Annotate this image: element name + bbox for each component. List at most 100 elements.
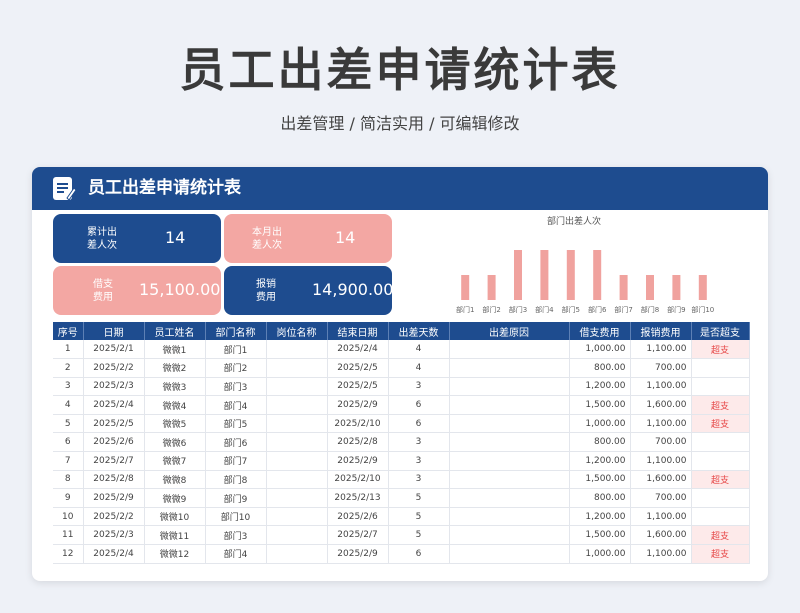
cell-start-date[interactable]: 2025/2/4	[83, 544, 145, 564]
cell-end-date[interactable]: 2025/2/8	[327, 432, 389, 453]
cell-trip-reason[interactable]	[449, 507, 570, 527]
cell-trip-days[interactable]: 3	[388, 432, 450, 453]
cell-end-date[interactable]: 2025/2/9	[327, 544, 389, 564]
table-row[interactable]: 1 2025/2/1 微微1 部门1 2025/2/4 4 1,000.00 1,100.00…	[53, 340, 750, 360]
cell-over-budget[interactable]: 超支	[691, 395, 750, 415]
cell-trip-reason[interactable]	[449, 414, 570, 434]
cell-employee-name[interactable]: 微微1	[144, 340, 206, 360]
cell-trip-reason[interactable]	[449, 395, 570, 415]
cell-reimburse-amount[interactable]: 700.00	[630, 432, 692, 453]
cell-department[interactable]: 部门3	[205, 377, 267, 397]
cell-row-index[interactable]: 1	[53, 340, 84, 360]
cell-row-index[interactable]: 6	[53, 432, 84, 453]
column-header[interactable]: 岗位名称	[266, 322, 328, 340]
column-header[interactable]: 部门名称	[205, 322, 267, 340]
column-header[interactable]: 报销费用	[630, 322, 692, 340]
cell-start-date[interactable]: 2025/2/7	[83, 451, 145, 471]
cell-advance-amount[interactable]: 1,200.00	[569, 507, 631, 527]
cell-position[interactable]	[266, 507, 328, 527]
cell-trip-reason[interactable]	[449, 451, 570, 471]
cell-over-budget[interactable]: 超支	[691, 544, 750, 564]
cell-row-index[interactable]: 7	[53, 451, 84, 471]
cell-trip-days[interactable]: 3	[388, 451, 450, 471]
cell-employee-name[interactable]: 微微8	[144, 470, 206, 490]
cell-reimburse-amount[interactable]: 1,100.00	[630, 451, 692, 471]
table-row[interactable]: 9 2025/2/9 微微9 部门9 2025/2/13 5 800.00 700.00	[53, 488, 750, 508]
cell-trip-days[interactable]: 5	[388, 507, 450, 527]
cell-end-date[interactable]: 2025/2/13	[327, 488, 389, 508]
cell-position[interactable]	[266, 395, 328, 415]
cell-start-date[interactable]: 2025/2/4	[83, 395, 145, 415]
cell-start-date[interactable]: 2025/2/2	[83, 358, 145, 378]
cell-end-date[interactable]: 2025/2/4	[327, 340, 389, 360]
cell-department[interactable]: 部门5	[205, 414, 267, 434]
cell-over-budget[interactable]	[691, 377, 750, 397]
cell-reimburse-amount[interactable]: 1,100.00	[630, 544, 692, 564]
cell-start-date[interactable]: 2025/2/8	[83, 470, 145, 490]
cell-reimburse-amount[interactable]: 1,600.00	[630, 470, 692, 490]
column-header[interactable]: 借支费用	[569, 322, 631, 340]
cell-row-index[interactable]: 3	[53, 377, 84, 397]
cell-department[interactable]: 部门8	[205, 470, 267, 490]
cell-over-budget[interactable]	[691, 432, 750, 453]
cell-reimburse-amount[interactable]: 1,100.00	[630, 414, 692, 434]
cell-reimburse-amount[interactable]: 1,600.00	[630, 395, 692, 415]
cell-position[interactable]	[266, 377, 328, 397]
cell-advance-amount[interactable]: 800.00	[569, 358, 631, 378]
cell-over-budget[interactable]: 超支	[691, 470, 750, 490]
cell-over-budget[interactable]: 超支	[691, 414, 750, 434]
cell-reimburse-amount[interactable]: 1,100.00	[630, 340, 692, 360]
cell-department[interactable]: 部门4	[205, 395, 267, 415]
cell-department[interactable]: 部门9	[205, 488, 267, 508]
cell-department[interactable]: 部门1	[205, 340, 267, 360]
cell-trip-reason[interactable]	[449, 544, 570, 564]
cell-end-date[interactable]: 2025/2/10	[327, 470, 389, 490]
cell-over-budget[interactable]	[691, 451, 750, 471]
cell-position[interactable]	[266, 544, 328, 564]
table-row[interactable]: 2 2025/2/2 微微2 部门2 2025/2/5 4 800.00 700.00	[53, 358, 750, 378]
cell-trip-reason[interactable]	[449, 470, 570, 490]
cell-reimburse-amount[interactable]: 1,100.00	[630, 507, 692, 527]
cell-start-date[interactable]: 2025/2/9	[83, 488, 145, 508]
cell-department[interactable]: 部门2	[205, 358, 267, 378]
cell-employee-name[interactable]: 微微3	[144, 377, 206, 397]
column-header[interactable]: 日期	[83, 322, 145, 340]
cell-department[interactable]: 部门6	[205, 432, 267, 453]
cell-end-date[interactable]: 2025/2/9	[327, 395, 389, 415]
cell-trip-reason[interactable]	[449, 488, 570, 508]
cell-trip-days[interactable]: 6	[388, 414, 450, 434]
cell-start-date[interactable]: 2025/2/5	[83, 414, 145, 434]
cell-position[interactable]	[266, 414, 328, 434]
column-header[interactable]: 结束日期	[327, 322, 389, 340]
cell-trip-days[interactable]: 6	[388, 544, 450, 564]
cell-start-date[interactable]: 2025/2/1	[83, 340, 145, 360]
cell-row-index[interactable]: 11	[53, 525, 84, 546]
table-row[interactable]: 11 2025/2/3 微微11 部门3 2025/2/7 5 1,500.00 1,600.…	[53, 525, 750, 546]
cell-reimburse-amount[interactable]: 1,600.00	[630, 525, 692, 546]
cell-department[interactable]: 部门10	[205, 507, 267, 527]
cell-advance-amount[interactable]: 1,200.00	[569, 377, 631, 397]
cell-trip-reason[interactable]	[449, 377, 570, 397]
cell-trip-days[interactable]: 4	[388, 358, 450, 378]
cell-advance-amount[interactable]: 1,000.00	[569, 414, 631, 434]
cell-trip-days[interactable]: 6	[388, 395, 450, 415]
cell-row-index[interactable]: 8	[53, 470, 84, 490]
table-row[interactable]: 12 2025/2/4 微微12 部门4 2025/2/9 6 1,000.00 1,100.…	[53, 544, 750, 564]
table-row[interactable]: 3 2025/2/3 微微3 部门3 2025/2/5 3 1,200.00 1,100.00	[53, 377, 750, 397]
cell-row-index[interactable]: 4	[53, 395, 84, 415]
cell-reimburse-amount[interactable]: 700.00	[630, 358, 692, 378]
cell-over-budget[interactable]	[691, 358, 750, 378]
cell-advance-amount[interactable]: 1,000.00	[569, 544, 631, 564]
cell-row-index[interactable]: 5	[53, 414, 84, 434]
table-row[interactable]: 5 2025/2/5 微微5 部门5 2025/2/10 6 1,000.00 1,100.0…	[53, 414, 750, 434]
cell-advance-amount[interactable]: 1,200.00	[569, 451, 631, 471]
cell-end-date[interactable]: 2025/2/6	[327, 507, 389, 527]
cell-advance-amount[interactable]: 1,000.00	[569, 340, 631, 360]
cell-trip-reason[interactable]	[449, 432, 570, 453]
cell-trip-days[interactable]: 3	[388, 470, 450, 490]
cell-position[interactable]	[266, 488, 328, 508]
cell-start-date[interactable]: 2025/2/3	[83, 525, 145, 546]
cell-employee-name[interactable]: 微微12	[144, 544, 206, 564]
cell-start-date[interactable]: 2025/2/2	[83, 507, 145, 527]
cell-over-budget[interactable]	[691, 507, 750, 527]
